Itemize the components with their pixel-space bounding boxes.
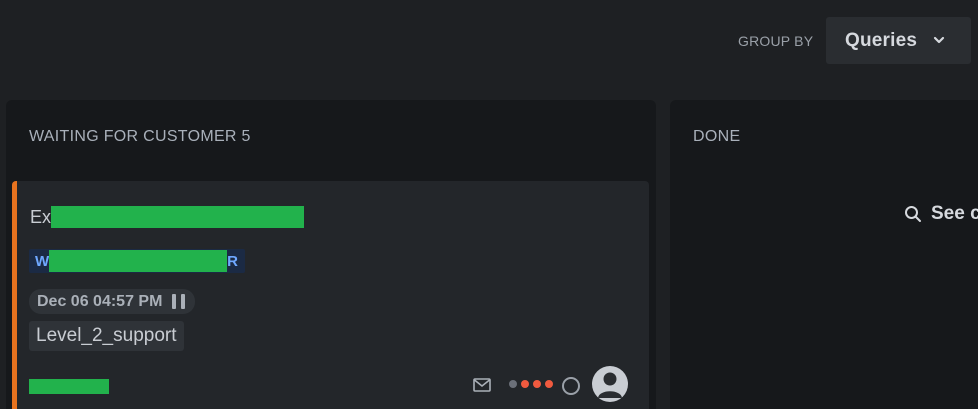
- priority-dot: [509, 380, 517, 388]
- group-by-value: Queries: [845, 29, 918, 51]
- status-ring-icon: [562, 377, 580, 395]
- column-title: DONE: [693, 128, 741, 145]
- redacted-block: [51, 206, 305, 228]
- ticket-card[interactable]: Ex W R Dec 06 04:57 PM Level_2_support: [12, 181, 649, 409]
- column-title: WAITING FOR CUSTOMER 5: [29, 128, 251, 145]
- priority-indicator: [509, 380, 553, 388]
- redacted-block: [49, 250, 228, 272]
- pause-icon[interactable]: [172, 294, 186, 309]
- app-root: GROUP BY Queries WAITING FOR CUSTOMER 5 …: [0, 0, 978, 409]
- redacted-block: [29, 379, 109, 394]
- see-all-link[interactable]: See c: [904, 203, 978, 225]
- column-waiting-for-customer: WAITING FOR CUSTOMER 5 Ex W R Dec 06 04:…: [6, 100, 656, 409]
- priority-dot: [533, 380, 541, 388]
- avatar-icon[interactable]: [592, 366, 628, 402]
- column-done: DONE See c: [670, 100, 978, 409]
- ticket-title: Ex: [30, 206, 305, 228]
- ticket-title-text: Ex: [30, 206, 52, 227]
- avatar-silhouette: [598, 372, 622, 398]
- ticket-tag-suffix: R: [227, 252, 239, 270]
- ticket-tag-prefix: W: [35, 252, 50, 270]
- ticket-tag: W R: [29, 249, 246, 273]
- ticket-queue: Level_2_support: [36, 325, 177, 346]
- group-by-label: GROUP BY: [738, 33, 814, 49]
- ticket-queue-chip: Level_2_support: [29, 321, 184, 351]
- chevron-down-icon: [933, 36, 945, 44]
- search-icon: [905, 206, 921, 222]
- ticket-date: Dec 06 04:57 PM: [37, 292, 163, 310]
- group-by-dropdown[interactable]: Queries: [826, 17, 971, 64]
- top-bar: GROUP BY Queries: [0, 0, 978, 100]
- mail-icon: [473, 378, 491, 392]
- priority-dot: [545, 380, 553, 388]
- ticket-date-chip: Dec 06 04:57 PM: [29, 289, 196, 314]
- priority-dot: [521, 380, 529, 388]
- see-all-label: See c: [931, 203, 978, 224]
